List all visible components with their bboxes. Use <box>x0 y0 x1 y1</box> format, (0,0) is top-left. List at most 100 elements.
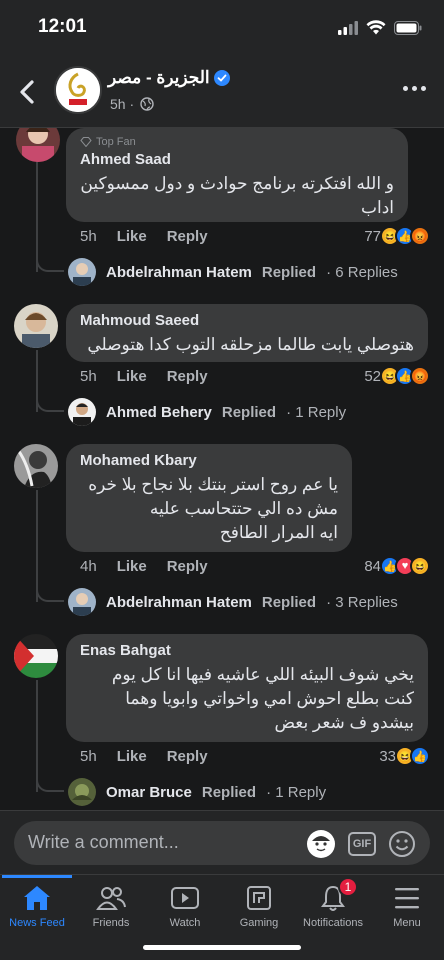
comment-time: 5h <box>80 228 97 245</box>
reply-count: · 6 Replies <box>326 263 398 281</box>
tab-label: Gaming <box>239 917 279 929</box>
tab-gaming[interactable]: Gaming <box>222 875 296 939</box>
like-button[interactable]: Like <box>117 748 147 765</box>
reply-button[interactable]: Reply <box>167 228 208 245</box>
top-fan-badge: Top Fan <box>80 136 394 148</box>
reply-connector <box>36 588 64 602</box>
comment-bubble: Mohamed Kbary يا عم روح استر بنتك بلا نج… <box>66 444 352 552</box>
page-name[interactable]: الجزيرة - مصر <box>108 68 210 88</box>
post-meta: 5h · <box>110 96 154 112</box>
reply-avatar <box>68 588 96 616</box>
wifi-icon <box>366 20 386 35</box>
comment-author[interactable]: Enas Bahgat <box>80 642 414 659</box>
comment-text-line: مش ده الي حتتحاسب عليه <box>149 499 338 518</box>
comment-bubble: Enas Bahgat يخي شوف البيئه اللي عاشيه في… <box>66 634 428 742</box>
tab-menu[interactable]: Menu <box>370 875 444 939</box>
thread-line <box>36 680 38 792</box>
reply-author: Ahmed Behery <box>106 403 212 421</box>
comment-actions: 5h Like Reply <box>80 368 208 385</box>
aljazeera-logo-icon <box>56 68 100 112</box>
commenter-avatar[interactable] <box>14 304 58 348</box>
comment-text-line: بيشدو ف شعر بعض <box>274 713 414 732</box>
like-button[interactable]: Like <box>117 228 147 245</box>
status-icons <box>338 20 422 35</box>
reply-author: Omar Bruce <box>106 783 192 801</box>
view-replies-row[interactable]: Ahmed Behery Replied · 1 Reply <box>68 398 346 426</box>
reaction-summary[interactable]: 84 👍 ♥ 😆 <box>364 556 430 576</box>
comment-author[interactable]: Mohamed Kbary <box>80 452 338 469</box>
more-options-icon[interactable] <box>403 86 426 91</box>
comment-time: 5h <box>80 368 97 385</box>
reply-button[interactable]: Reply <box>167 558 208 575</box>
page-avatar[interactable] <box>54 66 102 114</box>
comment-text-line: كنت بطلع احوش امي واخواتي وابويا وهما <box>125 689 414 708</box>
avatar-sticker-icon[interactable] <box>306 829 336 859</box>
tab-label: Menu <box>393 917 421 929</box>
comment-text-line: اداب <box>360 198 394 217</box>
comment-author[interactable]: Mahmoud Saeed <box>80 312 414 329</box>
comment-input[interactable]: Write a comment... GIF <box>14 821 430 865</box>
replied-label: Replied <box>261 593 317 611</box>
menu-icon <box>395 888 419 909</box>
replied-label: Replied <box>221 403 277 421</box>
angry-reaction-icon: 😡 <box>410 226 430 246</box>
like-button[interactable]: Like <box>117 368 147 385</box>
reaction-summary[interactable]: 33 😆 👍 <box>379 746 430 766</box>
gaming-icon <box>247 886 271 910</box>
reply-avatar <box>68 258 96 286</box>
thread-line <box>36 490 38 602</box>
tab-label: Notifications <box>303 917 363 929</box>
status-bar: 12:01 <box>0 0 444 56</box>
comment-bubble: Mahmoud Saeed هتوصلي يابت طالما مزحلقه ا… <box>66 304 428 362</box>
reply-button[interactable]: Reply <box>167 748 208 765</box>
reaction-summary[interactable]: 52 😆 👍 😡 <box>364 366 430 386</box>
view-replies-row[interactable]: Abdelrahman Hatem Replied · 3 Replies <box>68 588 398 616</box>
verified-badge-icon <box>214 70 230 86</box>
gif-icon[interactable]: GIF <box>348 832 376 856</box>
like-button[interactable]: Like <box>117 558 147 575</box>
reply-connector <box>36 398 64 412</box>
comment-actions: 5h Like Reply <box>80 748 208 765</box>
reply-count: · 3 Replies <box>326 593 398 611</box>
reaction-summary[interactable]: 77 😆 👍 😡 <box>364 226 430 246</box>
composer-icons: GIF <box>306 829 416 859</box>
reply-button[interactable]: Reply <box>167 368 208 385</box>
reaction-count: 52 <box>364 367 381 385</box>
tab-notifications[interactable]: 1 Notifications <box>296 875 370 939</box>
reply-author: Abdelrahman Hatem <box>106 593 252 611</box>
like-reaction-icon: 👍 <box>410 746 430 766</box>
emoji-icon[interactable] <box>388 830 416 858</box>
reply-avatar <box>68 778 96 806</box>
reply-avatar <box>68 398 96 426</box>
bottom-tab-bar: News Feed Friends Watch Gaming 1 Notific… <box>0 874 444 960</box>
haha-reaction-icon: 😆 <box>410 556 430 576</box>
comment-text-line: يا عم روح استر بنتك بلا نجاح بلا خره <box>88 475 338 494</box>
view-replies-row[interactable]: Omar Bruce Replied · 1 Reply <box>68 778 326 806</box>
post-header: الجزيرة - مصر 5h · <box>0 56 444 128</box>
comment-actions: 5h Like Reply <box>80 228 208 245</box>
watch-icon <box>171 887 199 909</box>
tab-label: News Feed <box>9 917 65 929</box>
tab-label: Friends <box>92 917 130 929</box>
commenter-avatar[interactable] <box>14 444 58 488</box>
replied-label: Replied <box>261 263 317 281</box>
battery-icon <box>394 20 422 35</box>
view-replies-row[interactable]: Abdelrahman Hatem Replied · 6 Replies <box>68 258 398 286</box>
thread-line <box>36 150 38 272</box>
comment-actions: 4h Like Reply <box>80 558 208 575</box>
commenter-avatar[interactable] <box>16 128 60 162</box>
tab-news-feed[interactable]: News Feed <box>0 875 74 939</box>
tab-watch[interactable]: Watch <box>148 875 222 939</box>
reaction-count: 77 <box>364 227 381 245</box>
status-time: 12:01 <box>38 16 87 37</box>
commenter-avatar[interactable] <box>14 634 58 678</box>
comment-author[interactable]: Ahmed Saad <box>80 151 394 168</box>
tab-friends[interactable]: Friends <box>74 875 148 939</box>
back-chevron-icon[interactable] <box>16 78 40 106</box>
diamond-icon <box>80 137 92 147</box>
comment-text-line: هتوصلي يابت طالما مزحلقه التوب كدا هتوصل… <box>87 335 414 354</box>
comment-text-line: ايه المرار الطافح <box>219 523 338 542</box>
comment-bubble: Top Fan Ahmed Saad و الله افتكرته برنامج… <box>66 128 408 222</box>
comment-time: 5h <box>80 748 97 765</box>
reaction-count: 33 <box>379 747 396 765</box>
